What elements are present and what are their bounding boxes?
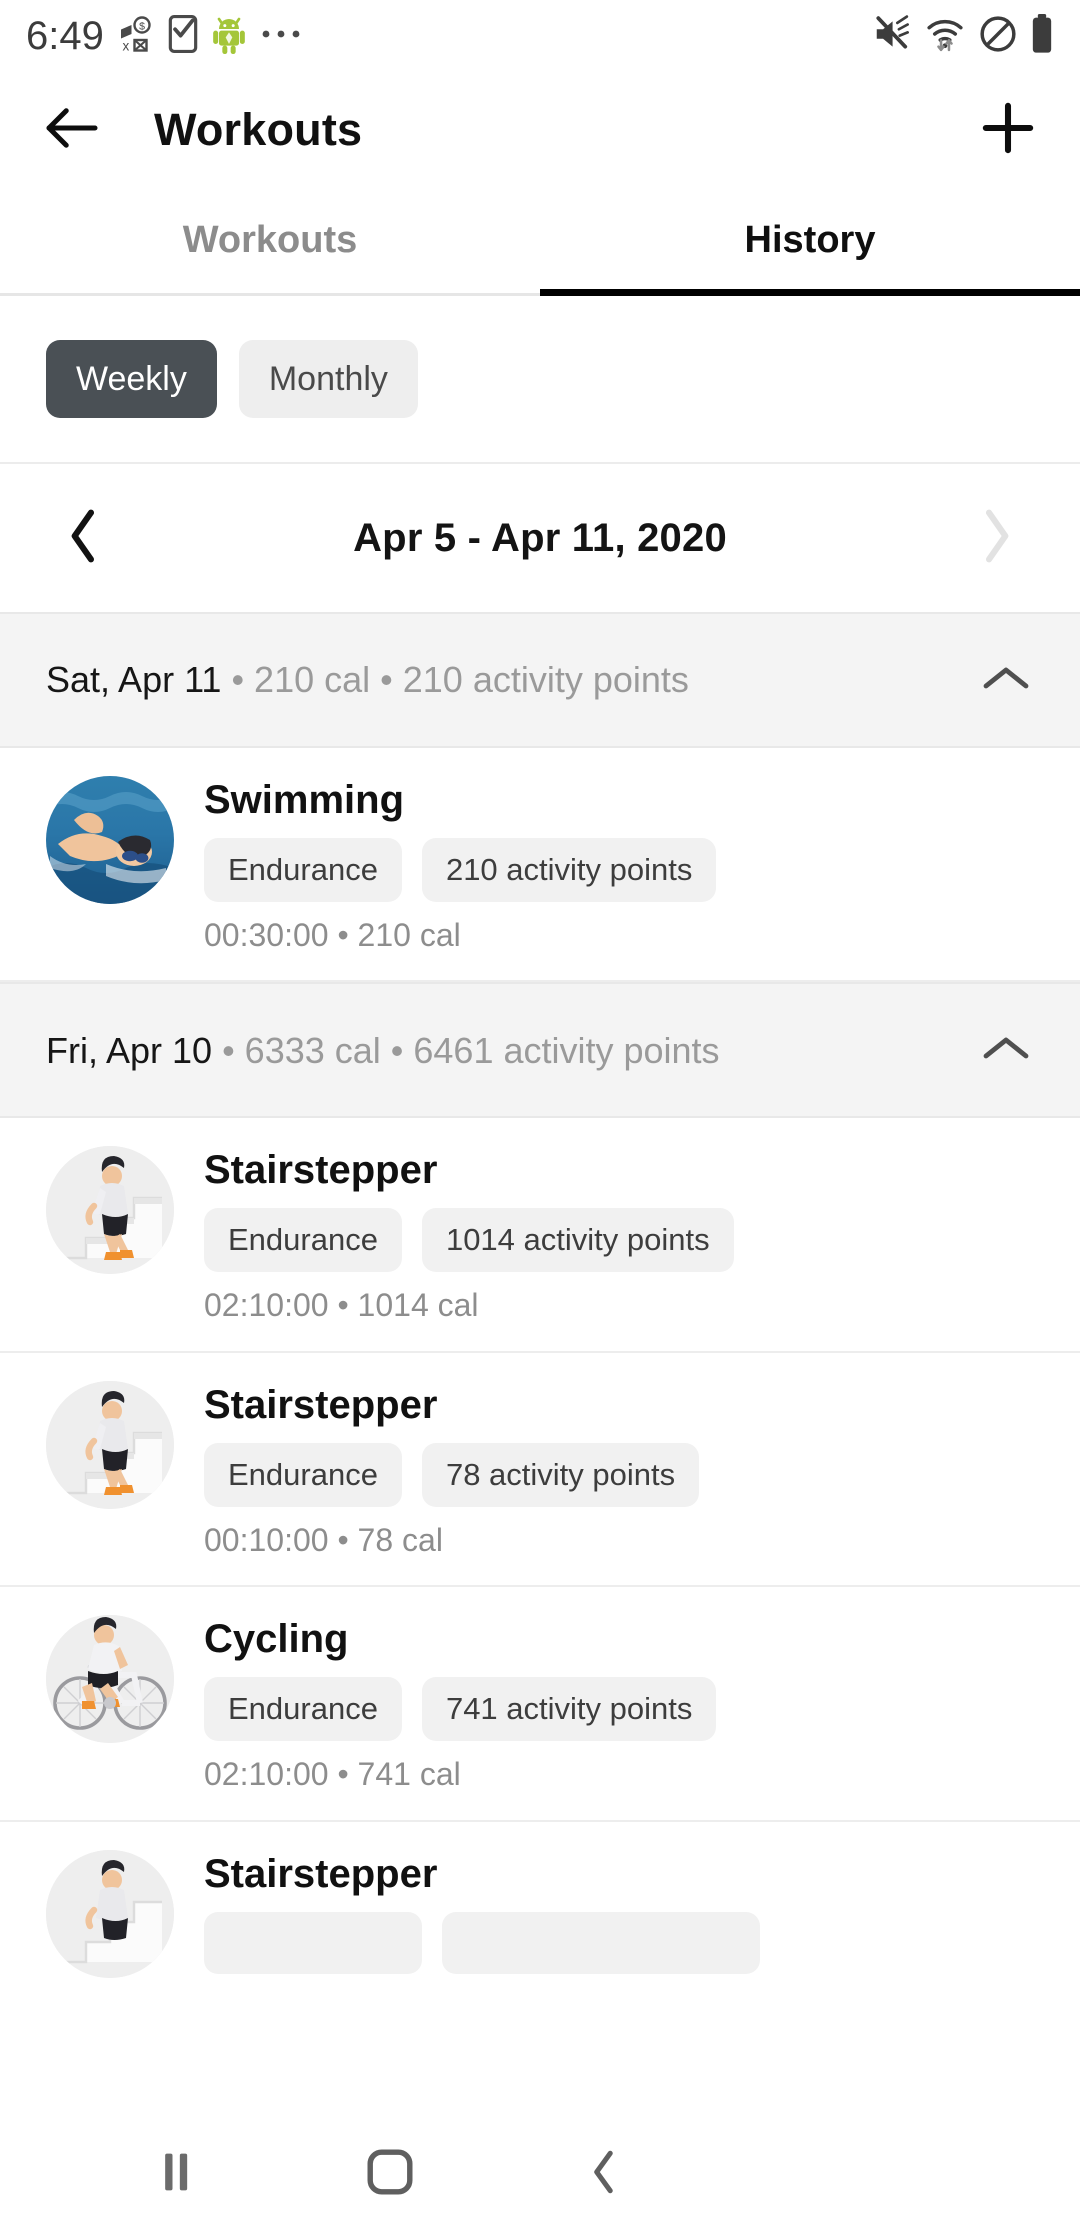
back-button[interactable]	[40, 98, 104, 162]
filter-weekly-label: Weekly	[76, 359, 187, 398]
workout-chip-row: Endurance 210 activity points	[204, 838, 1034, 902]
app-bar: Workouts	[0, 72, 1080, 188]
nav-back-icon	[587, 2147, 621, 2202]
workout-title: Swimming	[204, 778, 405, 822]
workout-points-chip: 1014 activity points	[421, 1208, 734, 1273]
cycling-photo-icon	[46, 1615, 174, 1744]
page-title: Workouts	[154, 104, 363, 155]
chevron-up-icon	[982, 663, 1030, 698]
stairstepper-photo-icon	[46, 1380, 174, 1509]
workout-duration-calories: 00:30:00 • 210 cal	[204, 917, 461, 953]
volume-mute-icon	[871, 14, 911, 58]
workout-points-chip: 741 activity points	[421, 1677, 717, 1742]
chevron-up-icon	[982, 1033, 1030, 1068]
workout-list-item[interactable]: Swimming Endurance 210 activity points 0…	[0, 748, 1080, 983]
tab-workouts-label: Workouts	[182, 219, 358, 261]
group-header-text: Sat, Apr 11 • 210 cal • 210 activity poi…	[46, 660, 689, 700]
workout-chip-row: Endurance 1014 activity points	[204, 1208, 1034, 1273]
filter-monthly-label: Monthly	[268, 359, 388, 398]
home-icon	[365, 2147, 415, 2202]
recents-button[interactable]	[140, 2136, 216, 2212]
home-button[interactable]	[352, 2136, 428, 2212]
status-bar: 6:49 $ x	[0, 0, 1080, 72]
workout-list-item[interactable]: Stairstepper Endurance 1014 activity poi…	[0, 1118, 1080, 1353]
workout-duration-calories: 02:10:00 • 741 cal	[204, 1756, 461, 1793]
status-bar-left: 6:49 $ x	[26, 14, 302, 59]
tab-history-label: History	[744, 219, 876, 261]
workout-item-body: Stairstepper Endurance 1014 activity poi…	[204, 1146, 1034, 1324]
workout-title: Stairstepper	[204, 1148, 438, 1193]
previous-week-button[interactable]	[54, 508, 114, 568]
android-robot-icon	[212, 14, 246, 59]
workout-title: Stairstepper	[204, 1851, 438, 1896]
period-filter-bar: Weekly Monthly	[0, 296, 1080, 464]
workout-points-chip: 210 activity points	[421, 838, 717, 902]
arrow-left-icon	[43, 105, 101, 156]
workout-type-chip: Endurance	[204, 1442, 402, 1507]
group-date: Fri, Apr 10	[46, 1029, 213, 1071]
workout-list-item[interactable]: Stairstepper	[0, 1821, 1080, 2014]
more-dots-icon	[260, 27, 302, 46]
battery-full-icon	[1030, 13, 1054, 59]
plus-icon	[980, 100, 1036, 161]
workout-list-item[interactable]: Cycling Endurance 741 activity points 02…	[0, 1587, 1080, 1822]
workout-item-body: Stairstepper Endurance 78 activity point…	[204, 1381, 1034, 1559]
workout-title: Cycling	[204, 1617, 349, 1662]
svg-text:x: x	[122, 38, 129, 52]
workout-type-chip	[204, 1911, 422, 1974]
workout-type-chip: Endurance	[204, 838, 402, 902]
workout-list-item[interactable]: Stairstepper Endurance 78 activity point…	[0, 1352, 1080, 1588]
workout-type-chip: Endurance	[204, 1677, 402, 1742]
nav-back-button[interactable]	[566, 2136, 642, 2212]
stairstepper-photo-icon	[46, 1146, 174, 1275]
wifi-icon	[924, 15, 966, 58]
workout-points-chip	[442, 1911, 760, 1974]
recents-icon	[161, 2150, 195, 2199]
workout-history-list: Sat, Apr 11 • 210 cal • 210 activity poi…	[0, 612, 1080, 2014]
workout-duration-calories: 00:10:00 • 78 cal	[204, 1521, 443, 1558]
status-bar-right	[871, 13, 1054, 59]
chevron-left-icon	[66, 508, 102, 569]
phone-check-icon	[168, 14, 198, 58]
workout-type-chip: Endurance	[204, 1208, 402, 1273]
workout-item-body: Cycling Endurance 741 activity points 02…	[204, 1615, 1034, 1793]
workout-chip-row	[204, 1911, 1034, 1974]
next-week-button[interactable]	[966, 508, 1026, 568]
group-header-text: Fri, Apr 10 • 6333 cal • 6461 activity p…	[46, 1029, 720, 1071]
tab-history[interactable]: History	[540, 188, 1080, 296]
swimming-photo-icon	[46, 776, 174, 904]
date-range-navigator: Apr 5 - Apr 11, 2020	[0, 464, 1080, 612]
group-date: Sat, Apr 11	[46, 659, 222, 701]
tab-workouts[interactable]: Workouts	[0, 188, 540, 293]
group-header-sat-apr-11[interactable]: Sat, Apr 11 • 210 cal • 210 activity poi…	[0, 612, 1080, 748]
workout-title: Stairstepper	[204, 1382, 438, 1427]
filter-weekly-button[interactable]: Weekly	[46, 340, 217, 418]
group-collapse-button[interactable]	[978, 1022, 1034, 1078]
workout-chip-row: Endurance 78 activity points	[204, 1442, 1034, 1507]
svg-text:$: $	[139, 20, 145, 32]
filter-monthly-button[interactable]: Monthly	[238, 340, 418, 418]
group-meta: • 6333 cal • 6461 activity points	[212, 1029, 720, 1071]
status-bar-clock: 6:49	[26, 13, 104, 58]
group-meta: • 210 cal • 210 activity points	[221, 659, 689, 701]
stairstepper-photo-icon	[46, 1849, 174, 1978]
date-range-label: Apr 5 - Apr 11, 2020	[353, 515, 727, 560]
workout-item-body: Swimming Endurance 210 activity points 0…	[204, 776, 1034, 954]
group-header-fri-apr-10[interactable]: Fri, Apr 10 • 6333 cal • 6461 activity p…	[0, 982, 1080, 1119]
money-off-icon: $ x	[118, 15, 154, 57]
add-workout-button[interactable]	[976, 98, 1040, 162]
android-navigation-bar	[0, 2128, 1080, 2220]
workout-item-body: Stairstepper	[204, 1850, 1034, 1988]
group-collapse-button[interactable]	[978, 652, 1034, 708]
workout-duration-calories: 02:10:00 • 1014 cal	[204, 1287, 479, 1324]
workout-points-chip: 78 activity points	[421, 1442, 700, 1507]
workout-chip-row: Endurance 741 activity points	[204, 1677, 1034, 1742]
chevron-right-icon	[978, 508, 1014, 569]
do-not-disturb-icon	[979, 15, 1017, 58]
tab-bar: Workouts History	[0, 188, 1080, 296]
